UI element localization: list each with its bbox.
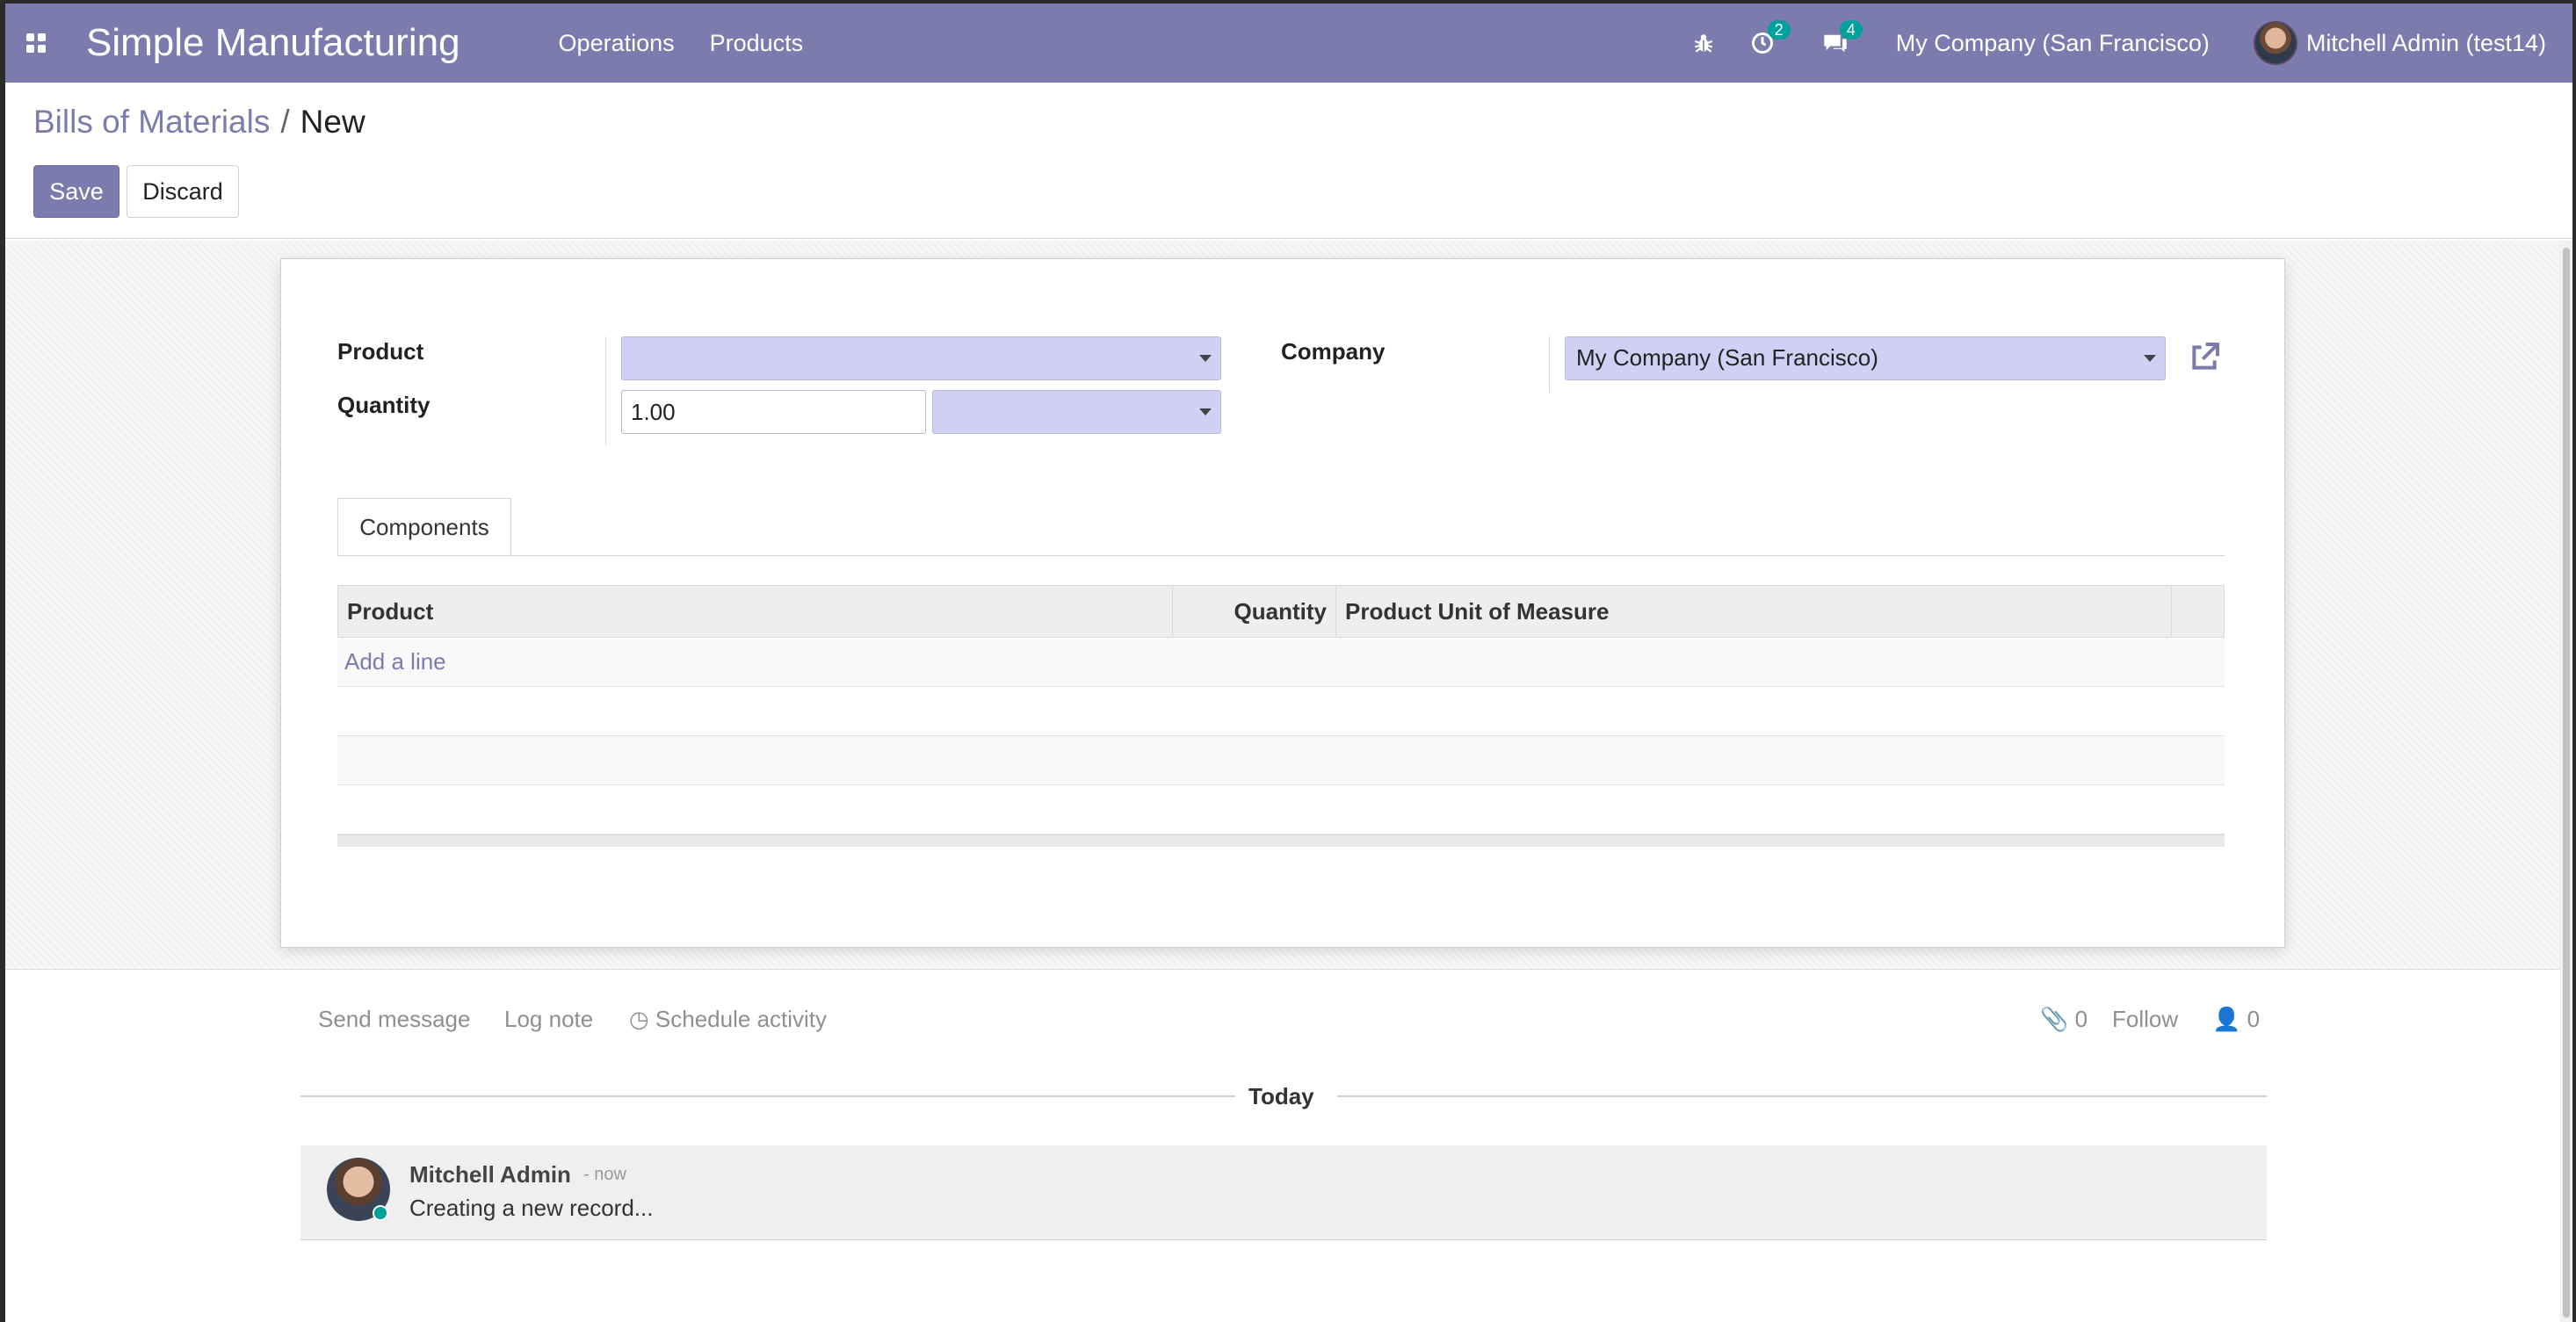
log-note-button[interactable]: Log note bbox=[504, 1006, 593, 1033]
schedule-activity-label: Schedule activity bbox=[655, 1006, 828, 1032]
avatar bbox=[2253, 21, 2297, 65]
company-select[interactable]: My Company (San Francisco) bbox=[1565, 336, 2166, 380]
table-row bbox=[337, 736, 2225, 785]
components-table: Product Quantity Product Unit of Measure… bbox=[337, 585, 2225, 847]
apps-grid-icon[interactable] bbox=[26, 33, 46, 53]
user-icon: 👤 bbox=[2212, 1006, 2241, 1032]
column-header-uom[interactable]: Product Unit of Measure bbox=[1336, 586, 2172, 637]
date-separator-label: Today bbox=[1248, 1083, 1314, 1109]
followers-count: 0 bbox=[2247, 1006, 2261, 1032]
navbar-systray: 2 4 My Company (San Francisco) Mitchell … bbox=[1692, 4, 2572, 83]
column-header-optional[interactable] bbox=[2172, 586, 2224, 637]
table-header: Product Quantity Product Unit of Measure bbox=[337, 585, 2225, 638]
message-author[interactable]: Mitchell Admin bbox=[409, 1161, 571, 1188]
table-row bbox=[337, 687, 2225, 736]
date-separator-line bbox=[300, 1095, 1235, 1097]
chat-icon[interactable]: 4 bbox=[1822, 20, 1863, 55]
breadcrumb-bills-of-materials[interactable]: Bills of Materials bbox=[33, 104, 270, 140]
user-name: Mitchell Admin (test14) bbox=[2305, 29, 2546, 56]
tab-divider bbox=[337, 555, 2225, 556]
company-select-value: My Company (San Francisco) bbox=[1576, 344, 1878, 371]
app-title[interactable]: Simple Manufacturing bbox=[86, 21, 460, 65]
message-body: Creating a new record... bbox=[409, 1195, 654, 1221]
field-separator bbox=[1549, 336, 1550, 393]
online-status-icon bbox=[373, 1205, 388, 1221]
menu-products[interactable]: Products bbox=[710, 30, 804, 57]
schedule-activity-button[interactable]: ◷ Schedule activity bbox=[629, 1006, 827, 1033]
follow-button[interactable]: Follow bbox=[2112, 1006, 2178, 1033]
breadcrumb-separator: / bbox=[280, 104, 290, 140]
chevron-down-icon bbox=[2144, 355, 2156, 362]
quantity-field[interactable]: 1.00 bbox=[621, 390, 926, 434]
product-label: Product bbox=[337, 338, 424, 365]
menu-operations[interactable]: Operations bbox=[559, 30, 675, 57]
attachments-count: 0 bbox=[2074, 1006, 2088, 1032]
chevron-down-icon bbox=[1199, 408, 1212, 415]
chatter-message: Mitchell Admin - now Creating a new reco… bbox=[300, 1145, 2267, 1240]
breadcrumb: Bills of Materials / New bbox=[33, 104, 365, 141]
field-separator bbox=[605, 336, 606, 445]
column-header-quantity[interactable]: Quantity bbox=[1173, 586, 1336, 637]
message-time: - now bbox=[583, 1165, 626, 1184]
control-panel: Bills of Materials / New Save Discard bbox=[5, 83, 2572, 239]
table-footer bbox=[337, 834, 2225, 847]
quantity-label: Quantity bbox=[337, 392, 431, 418]
save-button[interactable]: Save bbox=[33, 165, 119, 218]
clock-icon: ◷ bbox=[629, 1006, 649, 1032]
company-switcher[interactable]: My Company (San Francisco) bbox=[1896, 30, 2210, 57]
product-select[interactable] bbox=[621, 336, 1221, 380]
followers-button[interactable]: 👤 0 bbox=[2212, 1006, 2260, 1033]
chatter-topbar: Send message Log note ◷ Schedule activit… bbox=[5, 1001, 2572, 1039]
table-row bbox=[337, 785, 2225, 834]
breadcrumb-current: New bbox=[300, 104, 365, 140]
send-message-button[interactable]: Send message bbox=[318, 1006, 470, 1033]
add-line-row: Add a line bbox=[337, 638, 2225, 687]
form-sheet: Product Quantity 1.00 Company My Company… bbox=[280, 258, 2285, 948]
message-count-badge: 4 bbox=[1839, 20, 1863, 40]
uom-select[interactable] bbox=[932, 390, 1221, 434]
add-line-link[interactable]: Add a line bbox=[344, 648, 446, 675]
top-navbar: Simple Manufacturing Operations Products… bbox=[5, 4, 2572, 83]
bug-icon[interactable] bbox=[1692, 32, 1715, 54]
company-label: Company bbox=[1281, 338, 1386, 365]
user-menu[interactable]: Mitchell Admin (test14) bbox=[2253, 21, 2546, 65]
discard-button[interactable]: Discard bbox=[127, 165, 239, 218]
scrollbar-thumb[interactable] bbox=[2563, 248, 2570, 1318]
tab-components[interactable]: Components bbox=[337, 498, 511, 556]
chevron-down-icon bbox=[1199, 355, 1212, 362]
attachments-button[interactable]: 📎 0 bbox=[2040, 1006, 2088, 1033]
activity-clock-icon[interactable]: 2 bbox=[1750, 20, 1791, 55]
activity-count-badge: 2 bbox=[1767, 20, 1791, 40]
date-separator-line bbox=[1337, 1095, 2267, 1097]
column-header-product[interactable]: Product bbox=[338, 586, 1173, 637]
external-link-icon[interactable] bbox=[2186, 340, 2223, 379]
paperclip-icon: 📎 bbox=[2040, 1006, 2069, 1032]
